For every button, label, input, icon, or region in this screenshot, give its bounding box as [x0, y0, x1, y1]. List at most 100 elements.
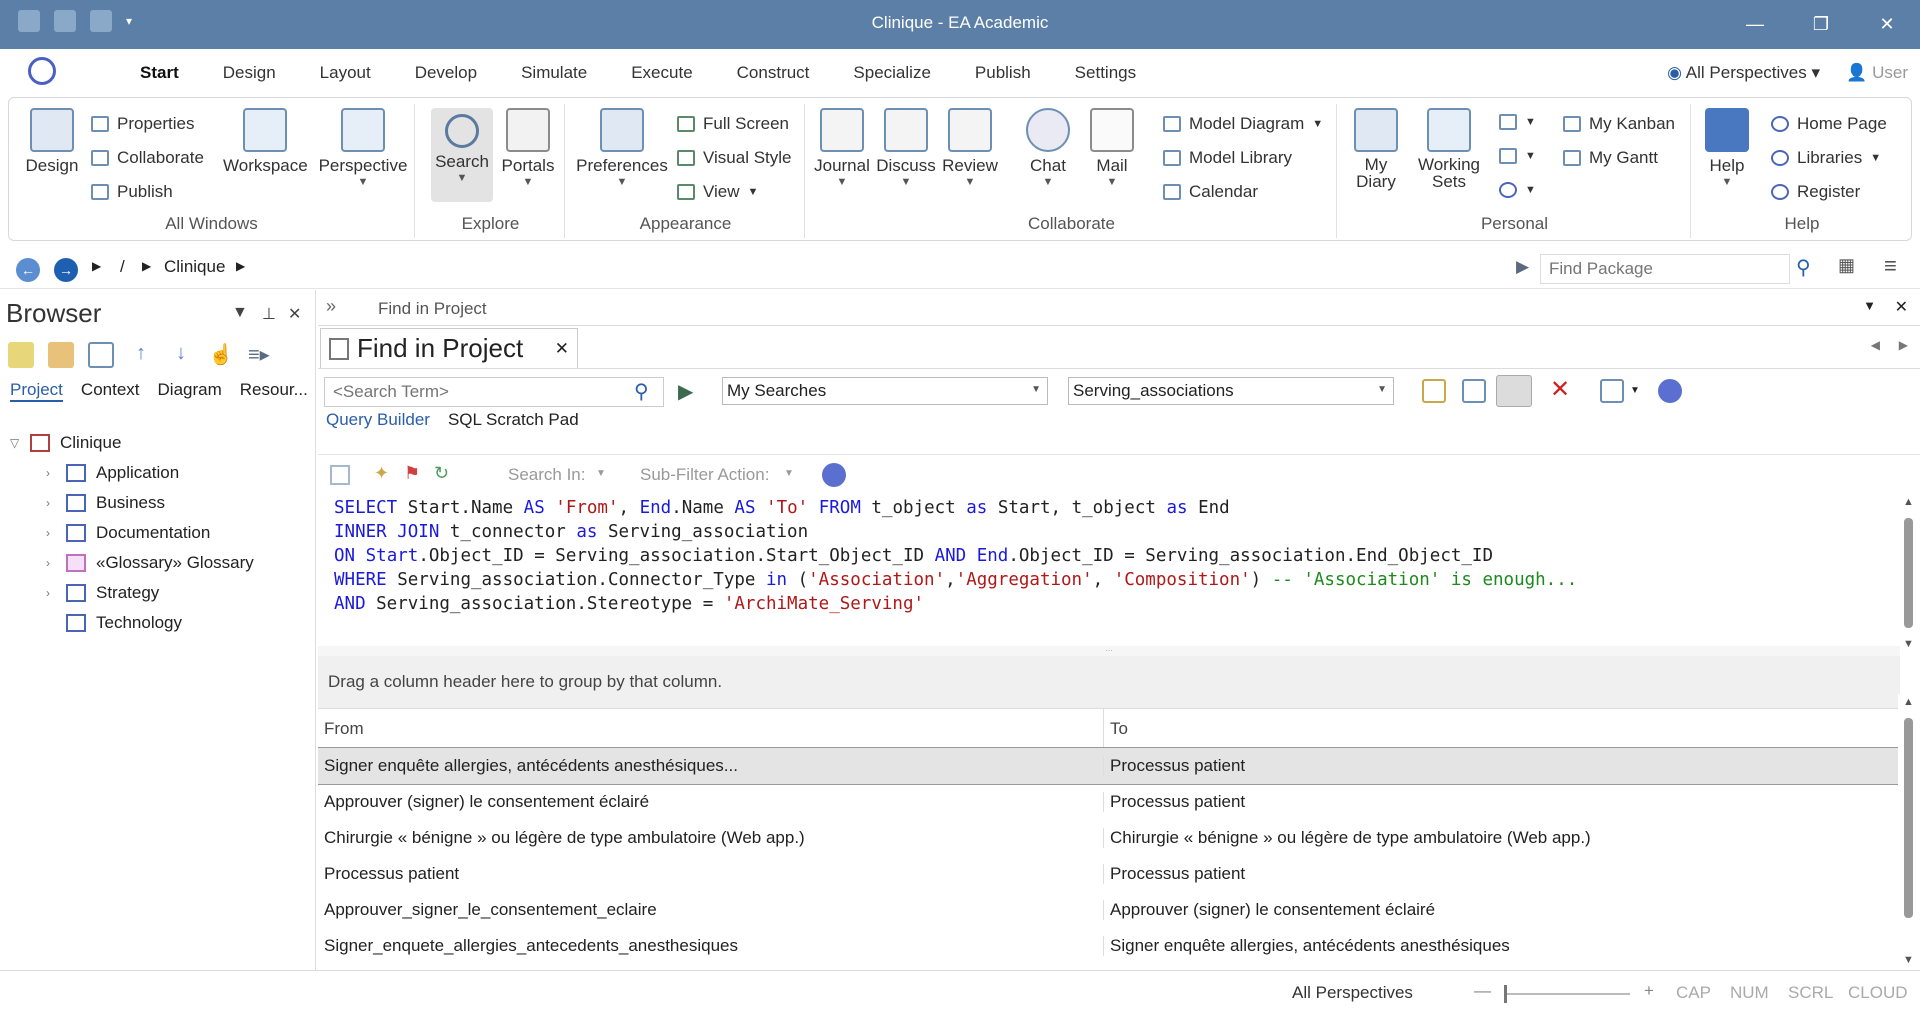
breadcrumb-root[interactable]: / — [120, 257, 125, 277]
edit-search-button[interactable] — [1496, 375, 1532, 407]
tab-construct[interactable]: Construct — [715, 63, 832, 83]
collapsed-arrow-icon[interactable]: › — [46, 526, 66, 540]
refresh-icon[interactable]: ↻ — [434, 463, 449, 484]
collaborate-button[interactable]: Collaborate — [91, 148, 204, 168]
zoom-slider-thumb[interactable] — [1504, 985, 1507, 1003]
my-diary-button[interactable]: My Diary — [1345, 108, 1407, 190]
tree-item-business[interactable]: › Business — [10, 488, 254, 518]
forward-button[interactable]: → — [54, 258, 78, 282]
table-row[interactable]: Processus patient Processus patient — [318, 856, 1900, 892]
tree-root[interactable]: ▽ Clinique — [10, 428, 254, 458]
add-filter-icon[interactable]: ✦ — [374, 463, 389, 484]
options-icon[interactable]: ▦ — [1838, 255, 1855, 276]
window-button-1[interactable]: ▼ — [1499, 114, 1536, 130]
view-button[interactable]: View ▼ — [677, 182, 758, 202]
tab-simulate[interactable]: Simulate — [499, 63, 609, 83]
search-icon[interactable]: ⚲ — [1796, 255, 1811, 280]
properties-button[interactable]: Properties — [91, 114, 194, 134]
tree-item-technology[interactable]: Technology — [10, 608, 254, 638]
visual-style-button[interactable]: Visual Style — [677, 148, 792, 168]
remove-filter-icon[interactable]: ⚑ — [404, 463, 420, 484]
tab-start[interactable]: Start — [118, 63, 201, 83]
my-searches-select[interactable]: My Searches ▼ — [722, 377, 1048, 405]
model-library-button[interactable]: Model Library — [1163, 148, 1292, 168]
tab-project[interactable]: Project — [10, 380, 63, 402]
tab-resources[interactable]: Resour... — [240, 380, 308, 402]
pin-icon[interactable]: ⊥ — [262, 304, 276, 324]
tab-execute[interactable]: Execute — [609, 63, 714, 83]
collapsed-arrow-icon[interactable]: › — [46, 586, 66, 600]
my-gantt-button[interactable]: My Gantt — [1563, 148, 1658, 168]
tab-develop[interactable]: Develop — [393, 63, 499, 83]
help-button[interactable]: Help ▼ — [1699, 108, 1755, 188]
design-button[interactable]: Design — [15, 108, 89, 176]
search-name-select[interactable]: Serving_associations ▼ — [1068, 377, 1394, 405]
perspectives-menu[interactable]: ◉ All Perspectives ▾ — [1667, 63, 1820, 83]
chevron-down-icon[interactable]: ▼ — [596, 468, 606, 479]
expanded-arrow-icon[interactable]: ▽ — [10, 436, 30, 450]
save-icon[interactable] — [330, 465, 350, 485]
search-term-input[interactable] — [324, 377, 664, 407]
search-button[interactable]: Search ▼ — [431, 108, 493, 202]
collapsed-arrow-icon[interactable]: › — [46, 466, 66, 480]
copy-search-icon[interactable] — [1462, 379, 1486, 403]
search-in-label[interactable]: Search In: — [508, 465, 586, 485]
calendar-button[interactable]: Calendar — [1163, 182, 1258, 202]
tab-layout[interactable]: Layout — [298, 63, 393, 83]
tab-context[interactable]: Context — [81, 380, 140, 402]
new-search-icon[interactable] — [1422, 379, 1446, 403]
scroll-thumb[interactable] — [1904, 518, 1913, 628]
working-sets-button[interactable]: Working Sets — [1411, 108, 1487, 190]
window-button-3[interactable]: ▼ — [1499, 182, 1536, 198]
scroll-left-icon[interactable]: ◀ — [1871, 338, 1880, 352]
table-row[interactable]: Approuver (signer) le consentement éclai… — [318, 784, 1900, 820]
scroll-right-icon[interactable]: ▶ — [1899, 338, 1908, 352]
sub-filter-label[interactable]: Sub-Filter Action: — [640, 465, 769, 485]
scroll-down-icon[interactable]: ▼ — [1903, 954, 1914, 966]
table-row[interactable]: Chirurgie « bénigne » ou légère de type … — [318, 820, 1900, 856]
crumb-arrow-icon[interactable]: ▶ — [92, 259, 101, 273]
panel-dropdown-icon[interactable]: ▼ — [1863, 298, 1876, 313]
discuss-button[interactable]: Discuss ▼ — [875, 108, 937, 188]
sql-editor[interactable]: SELECT Start.Name AS 'From', End.Name AS… — [318, 494, 1900, 646]
portals-button[interactable]: Portals ▼ — [497, 108, 559, 188]
table-row[interactable]: Approuver_signer_le_consentement_eclaire… — [318, 892, 1900, 928]
tab-publish[interactable]: Publish — [953, 63, 1053, 83]
scroll-thumb[interactable] — [1904, 718, 1913, 918]
manage-searches-icon[interactable] — [1600, 379, 1624, 403]
app-menu-icon[interactable] — [28, 57, 56, 85]
chevron-down-icon[interactable]: ▼ — [1630, 385, 1640, 396]
search-icon[interactable]: ⚲ — [634, 379, 649, 404]
browser-dropdown-icon[interactable]: ▼ — [232, 304, 248, 322]
tree-item-documentation[interactable]: › Documentation — [10, 518, 254, 548]
collapsed-arrow-icon[interactable]: › — [46, 556, 66, 570]
column-header-to[interactable]: To — [1104, 709, 1900, 747]
sql-scrollbar[interactable]: ▲ ▼ — [1898, 494, 1920, 654]
results-scrollbar[interactable]: ▲ ▼ — [1898, 694, 1920, 970]
tree-item-strategy[interactable]: › Strategy — [10, 578, 254, 608]
hamburger-menu-icon[interactable]: ≡ — [1884, 253, 1897, 279]
column-header-from[interactable]: From — [318, 709, 1104, 747]
help-icon[interactable] — [822, 463, 846, 487]
breadcrumb-clinique[interactable]: Clinique — [164, 257, 225, 277]
help-icon[interactable] — [1658, 379, 1682, 403]
mail-button[interactable]: Mail ▼ — [1081, 108, 1143, 188]
tab-specialize[interactable]: Specialize — [831, 63, 953, 83]
user-menu[interactable]: 👤 User — [1846, 63, 1908, 83]
libraries-button[interactable]: Libraries ▼ — [1771, 148, 1881, 168]
tab-sql-scratch-pad[interactable]: SQL Scratch Pad — [448, 410, 579, 430]
home-page-button[interactable]: Home Page — [1771, 114, 1887, 134]
chevron-down-icon[interactable]: ▼ — [784, 468, 794, 479]
close-button[interactable]: ✕ — [1854, 0, 1920, 49]
tab-diagram[interactable]: Diagram — [158, 380, 222, 402]
scroll-up-icon[interactable]: ▲ — [1903, 696, 1914, 708]
move-down-icon[interactable]: ↓ — [168, 342, 194, 368]
restore-button[interactable]: ❐ — [1788, 0, 1854, 49]
perspective-button[interactable]: Perspective ▼ — [315, 108, 411, 188]
delete-icon[interactable]: ✕ — [1550, 375, 1570, 404]
run-search-icon[interactable]: ▶ — [678, 379, 693, 404]
folder-icon[interactable] — [48, 342, 74, 368]
hand-icon[interactable]: ☝ — [208, 342, 234, 368]
close-icon[interactable]: ✕ — [288, 304, 301, 324]
tab-settings[interactable]: Settings — [1053, 63, 1158, 83]
